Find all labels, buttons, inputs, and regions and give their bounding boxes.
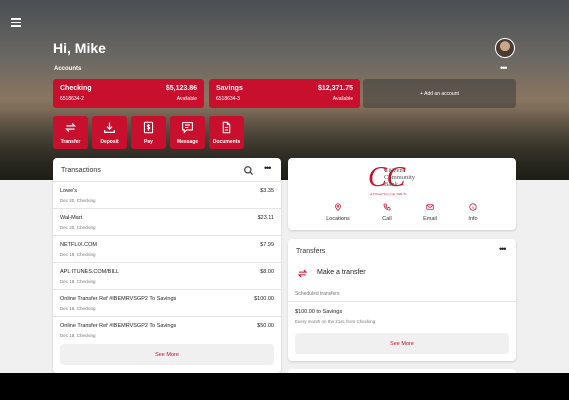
quick-action-label: Message (176, 139, 199, 145)
bank-action-label: Email (423, 216, 437, 222)
bank-action-label: Call (382, 216, 392, 222)
email-button[interactable]: Email (410, 203, 450, 222)
transaction-description: APL ITUNES.COM/BILL (60, 269, 120, 275)
account-status: Available (176, 96, 197, 102)
transactions-see-more-button[interactable]: See More (60, 344, 274, 365)
document-icon (222, 121, 231, 134)
account-number: 6518634-2 (60, 96, 84, 102)
scheduled-transfer-amount: $100.00 to Savings (295, 309, 343, 315)
search-icon[interactable] (243, 165, 254, 176)
transaction-description: Online Transfer Ref #IBEMRVSGP2 To Savin… (60, 323, 177, 329)
scheduled-transfer-schedule: Every month on the 21st, from Checking (295, 319, 376, 324)
transaction-date: Dec 20, Checking (60, 225, 96, 230)
transaction-date: Dec 18, Checking (60, 279, 96, 284)
transaction-amount: $3.35 (260, 188, 274, 194)
account-balance: $12,371.75 (317, 85, 353, 92)
transaction-date: Dec 19, Checking (60, 252, 96, 257)
transaction-date: Dec 18, Checking (60, 333, 96, 338)
documents-button[interactable]: Documents (209, 116, 244, 149)
app-screen: Hi, Mike Accounts ••• Checking 6518634-2… (0, 0, 569, 373)
account-status: Available (332, 96, 353, 102)
transfers-panel: Transfers ••• Make a transfer Scheduled … (288, 239, 516, 361)
transfers-title: Transfers (296, 248, 326, 255)
quick-action-label: Transfer (60, 139, 81, 145)
transaction-row[interactable]: APL ITUNES.COM/BILL Dec 18, Checking $8.… (53, 262, 281, 288)
transfers-see-more-button[interactable]: See More (295, 333, 509, 354)
add-account-button[interactable]: + Add an account (363, 79, 516, 108)
transaction-amount: $100.00 (254, 296, 274, 302)
account-card-checking[interactable]: Checking 6518634-2 $5,123.86 Available (53, 79, 204, 108)
accounts-label: Accounts (54, 66, 82, 72)
account-card-savings[interactable]: Savings 6518634-3 $12,371.75 Available (209, 79, 360, 108)
info-button[interactable]: Info (453, 203, 493, 222)
transaction-description: Lowe's (60, 188, 77, 194)
quick-action-label: Pay (144, 139, 153, 145)
next-panel-edge (288, 369, 516, 373)
bank-logo: CC Citizens Community Bank A Friend You … (368, 162, 416, 197)
transaction-description: Online Transfer Ref #IBEMRVSGP2 To Savin… (60, 296, 177, 302)
transactions-more-icon[interactable]: ••• (264, 163, 272, 173)
transaction-description: NETFLIX.COM (60, 242, 97, 248)
quick-action-label: Deposit (100, 139, 119, 145)
location-pin-icon (335, 203, 341, 211)
deposit-button[interactable]: Deposit (92, 116, 127, 149)
transaction-date: Dec 20, Checking (60, 198, 96, 203)
transaction-row[interactable]: Wal-Mart Dec 20, Checking $23.11 (53, 208, 281, 234)
pay-icon (143, 121, 154, 134)
transactions-title: Transactions (61, 167, 101, 174)
mail-icon (426, 204, 434, 210)
bank-action-label: Info (468, 216, 478, 222)
pay-button[interactable]: Pay (131, 116, 166, 149)
deposit-icon (104, 122, 115, 133)
transaction-date: Dec 18, Checking (60, 306, 96, 311)
account-name: Savings (216, 85, 243, 92)
accounts-more-icon[interactable]: ••• (500, 63, 508, 73)
hamburger-menu-icon[interactable] (11, 18, 21, 27)
phone-icon (383, 203, 391, 211)
transfer-button[interactable]: Transfer (53, 116, 88, 149)
avatar[interactable] (495, 38, 515, 58)
info-icon (469, 203, 477, 211)
account-number: 6518634-3 (216, 96, 240, 102)
transaction-amount: $8.00 (260, 269, 274, 275)
transaction-row[interactable]: Lowe's Dec 20, Checking $3.35 (53, 181, 281, 207)
make-transfer-button[interactable]: Make a transfer (288, 264, 516, 286)
transaction-amount: $23.11 (257, 215, 274, 221)
call-button[interactable]: Call (367, 203, 407, 222)
transactions-panel: Transactions ••• Lowe's Dec 20, Checking… (53, 158, 281, 373)
scheduled-transfers-label: Scheduled transfers (295, 291, 340, 297)
bank-info-panel: CC Citizens Community Bank A Friend You … (288, 158, 516, 230)
scheduled-transfer-row[interactable]: $100.00 to Savings Every month on the 21… (288, 301, 516, 327)
bank-action-label: Locations (326, 216, 350, 222)
transaction-row[interactable]: NETFLIX.COM Dec 19, Checking $7.99 (53, 235, 281, 261)
locations-button[interactable]: Locations (318, 203, 358, 222)
transfer-icon (297, 269, 308, 278)
account-balance: $5,123.86 (165, 85, 197, 92)
message-button[interactable]: Message (170, 116, 205, 149)
message-icon (182, 122, 193, 134)
transaction-description: Wal-Mart (60, 215, 83, 221)
transfers-more-icon[interactable]: ••• (499, 244, 507, 254)
transaction-amount: $50.00 (257, 323, 274, 329)
transaction-row[interactable]: Online Transfer Ref #IBEMRVSGP2 To Savin… (53, 289, 281, 315)
quick-action-label: Documents (212, 139, 241, 145)
greeting: Hi, Mike (53, 40, 106, 56)
account-name: Checking (60, 85, 92, 92)
transaction-amount: $7.99 (260, 242, 274, 248)
make-transfer-label: Make a transfer (317, 269, 366, 276)
transaction-row[interactable]: Online Transfer Ref #IBEMRVSGP2 To Savin… (53, 316, 281, 342)
transfer-icon (64, 123, 77, 132)
bank-tagline: A Friend You Can Talk To (370, 192, 407, 196)
